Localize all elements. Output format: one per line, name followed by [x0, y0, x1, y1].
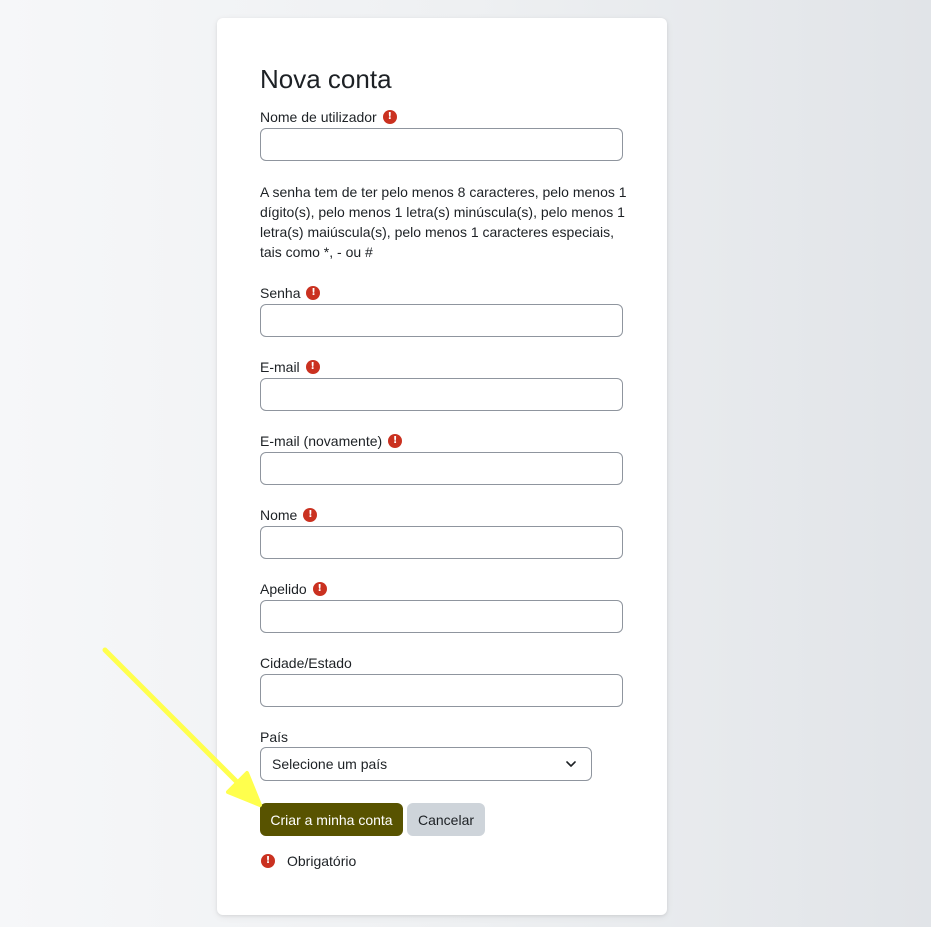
username-input[interactable]	[260, 128, 623, 161]
password-label: Senha !	[260, 285, 321, 301]
signup-card: Nova conta Nome de utilizador ! A senha …	[217, 18, 667, 915]
city-label: Cidade/Estado	[260, 655, 352, 671]
required-icon: !	[382, 110, 397, 124]
firstname-label: Nome !	[260, 507, 318, 523]
required-icon: !	[312, 582, 327, 596]
cancel-button[interactable]: Cancelar	[407, 803, 485, 836]
password-input[interactable]	[260, 304, 623, 337]
country-select[interactable]: Selecione um país	[260, 747, 592, 781]
required-icon: !	[303, 508, 318, 522]
country-select-value: Selecione um país	[272, 756, 388, 772]
lastname-input[interactable]	[260, 600, 623, 633]
required-icon: !	[261, 854, 275, 868]
chevron-down-icon	[566, 761, 576, 767]
required-icon: !	[388, 434, 403, 448]
email-label: E-mail !	[260, 359, 320, 375]
email-again-label: E-mail (novamente) !	[260, 433, 403, 449]
username-label: Nome de utilizador !	[260, 109, 397, 125]
arrow-icon	[102, 647, 262, 807]
city-input[interactable]	[260, 674, 623, 707]
email-input[interactable]	[260, 378, 623, 411]
page-title: Nova conta	[260, 64, 392, 94]
required-icon: !	[306, 286, 321, 300]
email-again-input[interactable]	[260, 452, 623, 485]
required-legend-text: Obrigatório	[287, 853, 357, 869]
firstname-input[interactable]	[260, 526, 623, 559]
required-legend: ! Obrigatório	[261, 853, 356, 869]
lastname-label: Apelido !	[260, 581, 327, 597]
required-icon: !	[305, 360, 320, 374]
password-policy-text: A senha tem de ter pelo menos 8 caracter…	[260, 184, 627, 260]
create-account-button[interactable]: Criar a minha conta	[260, 803, 403, 836]
